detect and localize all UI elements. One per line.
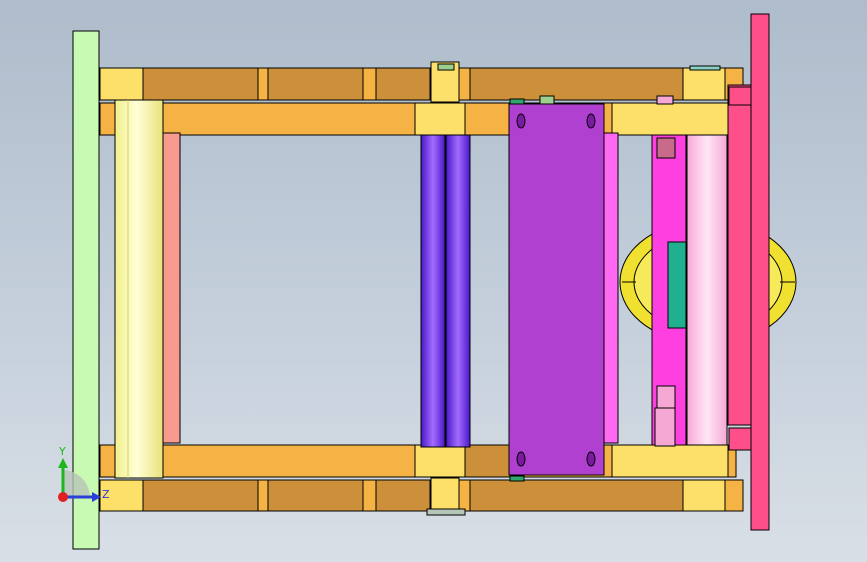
y-axis-label: Y — [58, 445, 66, 458]
purple-plate — [508, 103, 619, 476]
bottom-rail-inner — [99, 444, 737, 478]
magenta-plate — [651, 95, 687, 447]
z-axis-label: Z — [102, 488, 110, 501]
top-rail-outer — [99, 67, 744, 101]
fixed-plate — [72, 30, 100, 550]
blue-guide-rods — [420, 134, 471, 448]
cad-viewport[interactable]: Y Z — [0, 0, 867, 562]
bottom-rail-outer — [99, 479, 744, 512]
x-axis-dot — [58, 492, 68, 502]
top-rail-inner — [99, 102, 737, 136]
left-guide-pillar — [114, 99, 181, 479]
assembly-drawing: Y Z — [58, 13, 797, 550]
return-pin — [686, 134, 728, 446]
